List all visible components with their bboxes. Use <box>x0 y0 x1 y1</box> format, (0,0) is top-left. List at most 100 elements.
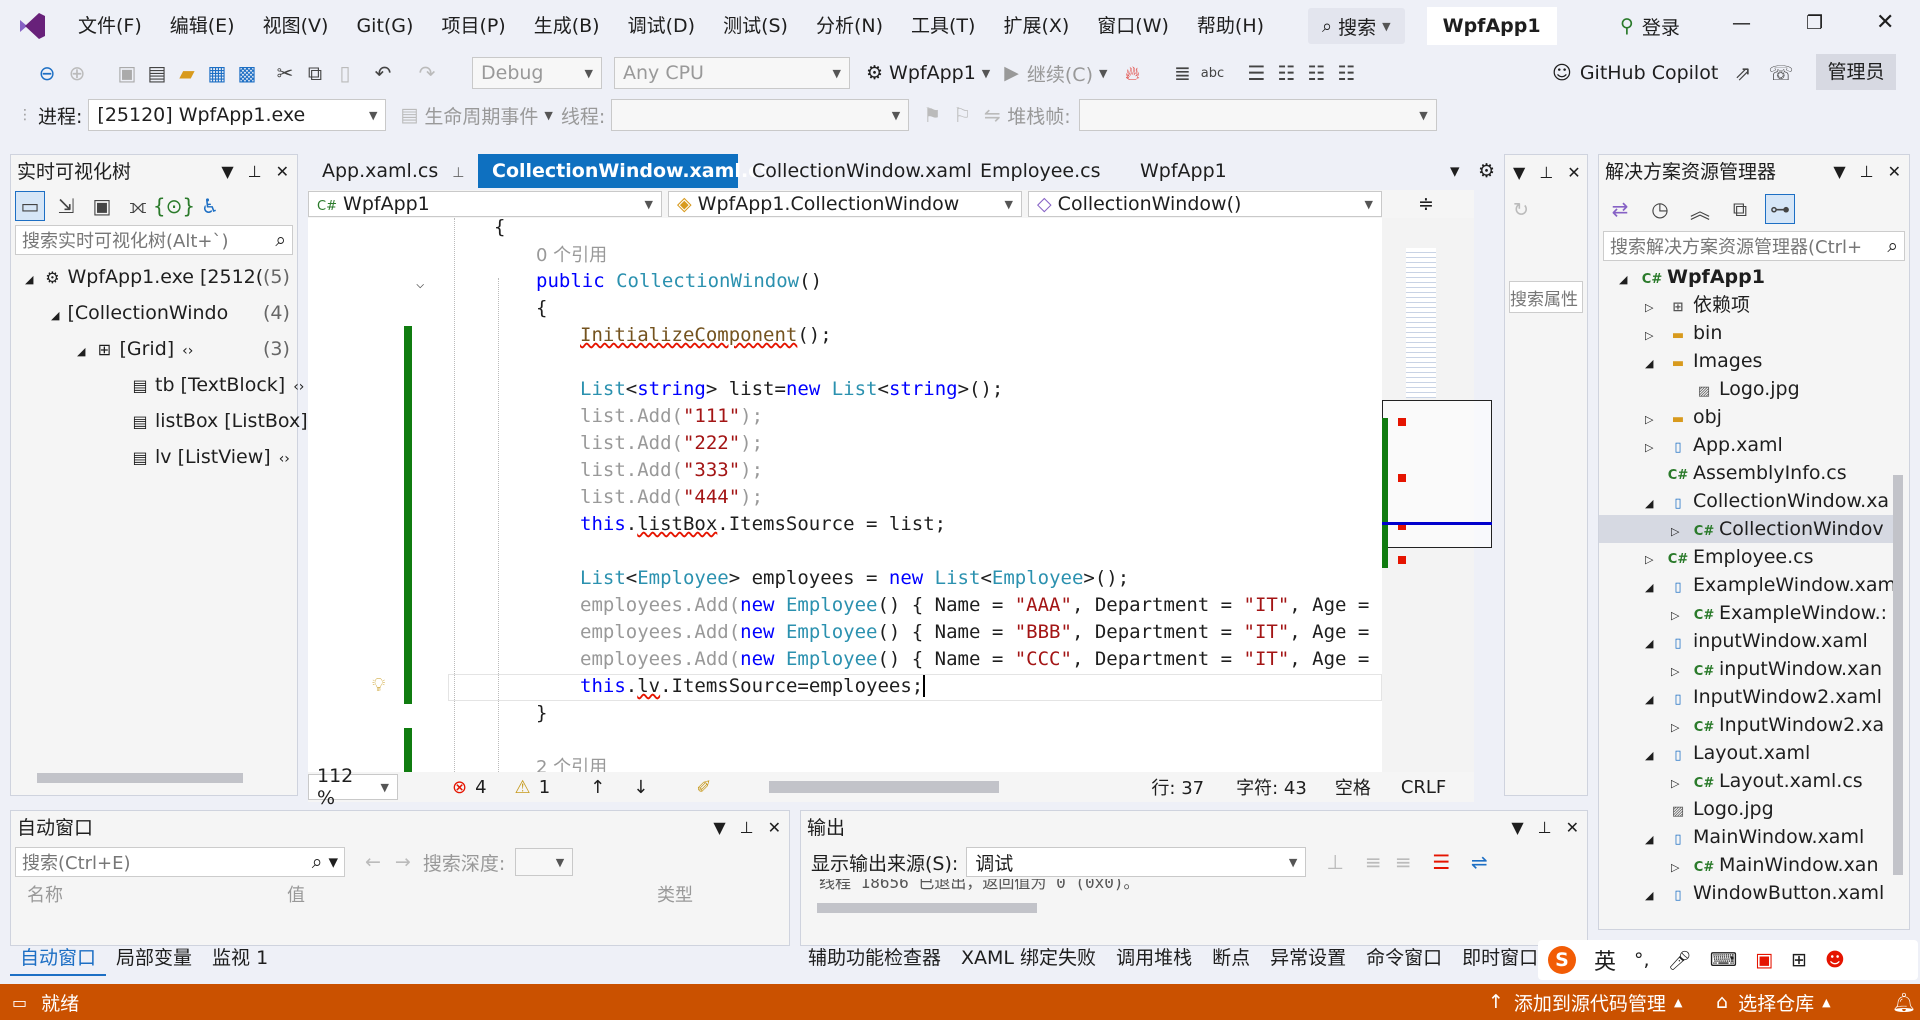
step-icon[interactable]: ≣ <box>1167 58 1197 88</box>
find-icon[interactable]: ⊥ <box>1320 847 1350 877</box>
menu-item[interactable]: 编辑(E) <box>156 0 249 52</box>
search-depth-select[interactable]: ▼ <box>515 848 574 876</box>
close-icon[interactable]: ✕ <box>1566 811 1579 845</box>
xaml-source-icon[interactable]: ‹› <box>293 379 304 395</box>
back-arrow-icon[interactable]: ← <box>365 851 381 873</box>
error-icon[interactable]: ⊗ <box>452 777 467 798</box>
stack-frame-select[interactable]: ▼ <box>1078 99 1437 131</box>
thread-select[interactable]: ▼ <box>611 99 910 131</box>
open-folder-icon[interactable]: ▰ <box>172 58 202 88</box>
codelens-references[interactable]: 0 个引用 <box>536 242 607 269</box>
solution-item[interactable]: ▷ C# CollectionWindov <box>1599 515 1895 543</box>
paste-icon[interactable]: ▯ <box>330 58 360 88</box>
bottom-tab[interactable]: 即时窗口 <box>1452 940 1548 976</box>
solution-item[interactable]: ▷ C# ExampleWindow.: <box>1599 599 1895 627</box>
configuration-select[interactable]: Debug ▼ <box>472 57 602 89</box>
copilot-button[interactable]: ☺ GitHub Copilot <box>1552 62 1718 84</box>
pin-icon[interactable]: ⊥ <box>248 155 262 189</box>
binding-icon[interactable]: {⊙} <box>153 191 195 221</box>
menu-item[interactable]: 生成(B) <box>520 0 614 52</box>
tab-document[interactable]: App.xaml.cs ⊥ <box>308 154 478 188</box>
horizontal-scrollbar[interactable] <box>817 903 1037 913</box>
expand-icon[interactable]: ◢ <box>25 273 33 286</box>
clear-all-icon[interactable]: ☰ <box>1426 847 1456 877</box>
expand-icon[interactable]: ▷ <box>1645 294 1667 322</box>
solution-item[interactable]: ◢ ▯ Layout.xaml <box>1599 739 1895 767</box>
menu-item[interactable]: 扩展(X) <box>989 0 1083 52</box>
tab-list-icon[interactable]: ▾ <box>1450 160 1460 182</box>
settings-icon[interactable]: ⚙ <box>1478 160 1495 182</box>
tab-document[interactable]: CollectionWindow.xaml.cs ⊣ ✕ <box>478 154 829 188</box>
expand-icon[interactable]: ▷ <box>1671 658 1693 686</box>
bottom-tab[interactable]: 自动窗口 <box>10 940 107 976</box>
xaml-source-icon[interactable]: ‹› <box>279 451 290 467</box>
menu-item[interactable]: 调试(D) <box>614 0 709 52</box>
menu-item[interactable]: 项目(P) <box>427 0 519 52</box>
solution-item[interactable]: ▷ C# MainWindow.xan <box>1599 851 1895 879</box>
process-select[interactable]: [25120] WpfApp1.exe ▼ <box>88 99 387 131</box>
solution-item[interactable]: ◢ ▯ MainWindow.xaml <box>1599 823 1895 851</box>
xaml-source-icon[interactable]: ‹› <box>182 343 193 359</box>
horizontal-scrollbar[interactable] <box>37 773 243 783</box>
solution-item[interactable]: ◢ ▯ InputWindow2.xaml <box>1599 683 1895 711</box>
save-all-icon[interactable]: ▩ <box>232 58 262 88</box>
pin-icon[interactable]: ⊥ <box>740 811 754 845</box>
refresh-icon[interactable]: ↻ <box>1513 199 1579 221</box>
pin-icon[interactable]: ⊥ <box>452 165 464 181</box>
vs-logo-icon[interactable] <box>0 0 64 52</box>
solution-item[interactable]: ▷ C# Layout.xaml.cs <box>1599 767 1895 795</box>
mascot-icon[interactable]: ☻ <box>1825 949 1845 971</box>
collapse-icon[interactable]: ⌵ <box>416 276 424 292</box>
notification-icon[interactable]: 🔔︎ <box>1892 991 1916 1014</box>
threads-icon[interactable]: ⚐ <box>947 100 977 130</box>
solution-item[interactable]: ▨ Logo.jpg <box>1599 795 1895 823</box>
word-wrap-icon[interactable]: ⇌ <box>1464 847 1494 877</box>
expand-icon[interactable]: ◢ <box>1619 266 1641 294</box>
new-item-icon[interactable]: ▤ <box>142 58 172 88</box>
dropdown-icon[interactable]: ▼ <box>713 811 725 845</box>
bottom-tab[interactable]: XAML 绑定失败 <box>951 940 1106 976</box>
code-editor[interactable]: ⌵ 💡︎ { 0 个引用 public CollectionWindow() {… <box>308 218 1382 778</box>
expand-icon[interactable]: ▷ <box>1645 546 1667 574</box>
menu-item[interactable]: 分析(N) <box>802 0 897 52</box>
pin-icon[interactable]: ⊥ <box>1860 155 1874 189</box>
sogou-icon[interactable]: S <box>1548 946 1576 974</box>
solution-item[interactable]: ▷ C# inputWindow.xan <box>1599 655 1895 683</box>
search-box[interactable]: ⌕ 搜索 ▼ <box>1308 8 1405 44</box>
layout-adorner-icon[interactable]: ⟗ <box>123 191 153 221</box>
hot-reload-icon[interactable]: 🔥︎ <box>1117 58 1147 88</box>
format-icon[interactable]: ☷ <box>1331 58 1361 88</box>
split-icon[interactable]: ≑ <box>1418 193 1434 215</box>
dropdown-icon[interactable]: ▼ <box>1511 811 1523 845</box>
stack-frame-icon[interactable]: ⇋ <box>977 100 1007 130</box>
punctuation-icon[interactable]: °, <box>1634 949 1650 971</box>
continue-button[interactable]: ▶ 继续(C) ▼ <box>1004 60 1107 87</box>
expand-icon[interactable]: ▷ <box>1645 406 1667 434</box>
lightbulb-icon[interactable]: 💡︎ <box>372 674 385 696</box>
solution-item[interactable]: ◢ ▯ inputWindow.xaml <box>1599 627 1895 655</box>
select-repo-button[interactable]: ⌂ 选择仓库 ▲ <box>1716 989 1831 1016</box>
down-arrow-icon[interactable]: ↓ <box>633 777 648 798</box>
tab-document[interactable]: WpfApp1 <box>1126 154 1336 188</box>
tree-node[interactable]: ◢ ⚙ WpfApp1.exe [2512( <box>25 263 263 291</box>
expand-icon[interactable]: ▷ <box>1671 518 1693 546</box>
history-icon[interactable]: ◷ <box>1645 194 1675 224</box>
tree-node[interactable]: ◢ ⊞ [Grid] ‹› <box>77 335 193 363</box>
sync-icon[interactable]: ⊶ <box>1765 194 1795 224</box>
menu-item[interactable]: 工具(T) <box>897 0 989 52</box>
spell-icon[interactable]: abc <box>1197 58 1227 88</box>
minimize-icon[interactable]: — <box>1732 12 1751 34</box>
tree-node[interactable]: ◢ [CollectionWindo <box>51 299 228 327</box>
share-icon[interactable]: ⇗ <box>1728 58 1758 88</box>
menu-item[interactable]: 文件(F) <box>64 0 156 52</box>
switch-views-icon[interactable]: ⇄ <box>1605 194 1635 224</box>
expand-icon[interactable]: ◢ <box>1645 742 1667 770</box>
zoom-select[interactable]: 112 % ▼ <box>308 765 398 809</box>
solution-item[interactable]: ▷ C# InputWindow2.xa <box>1599 711 1895 739</box>
microphone-icon[interactable]: 🎤︎ <box>1668 949 1692 972</box>
menu-item[interactable]: 帮助(H) <box>1183 0 1278 52</box>
prev-message-icon[interactable]: ≡ <box>1358 847 1388 877</box>
expand-icon[interactable]: ◢ <box>1645 686 1667 714</box>
solution-item[interactable]: ◢ C# WpfApp1 <box>1599 263 1895 291</box>
back-icon[interactable]: ⊖ <box>32 58 62 88</box>
